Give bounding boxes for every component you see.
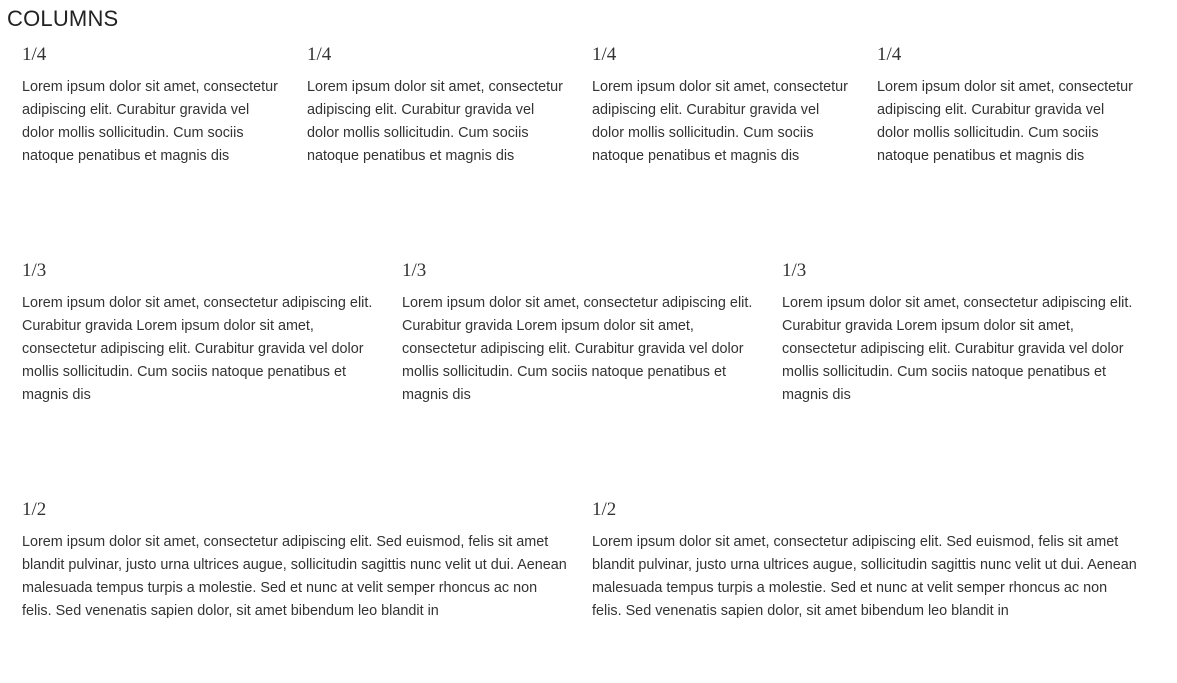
column-heading: 1/4 bbox=[22, 44, 47, 65]
column-text: Lorem ipsum dolor sit amet, consectetur … bbox=[592, 534, 1137, 619]
column-heading: 1/4 bbox=[877, 44, 902, 65]
column-text: Lorem ipsum dolor sit amet, consectetur … bbox=[22, 295, 373, 403]
column-heading: 1/4 bbox=[307, 44, 332, 65]
column-text: Lorem ipsum dolor sit amet, consectetur … bbox=[307, 79, 563, 164]
column-text: Lorem ipsum dolor sit amet, consectetur … bbox=[22, 79, 278, 164]
column-heading: 1/2 bbox=[22, 499, 47, 520]
half-column-1: 1/2 Lorem ipsum dolor sit amet, consecte… bbox=[22, 498, 570, 623]
quarter-column-4: 1/4 Lorem ipsum dolor sit amet, consecte… bbox=[877, 43, 1139, 168]
half-column-2: 1/2 Lorem ipsum dolor sit amet, consecte… bbox=[592, 498, 1140, 623]
column-heading: 1/2 bbox=[592, 499, 617, 520]
column-heading: 1/3 bbox=[782, 260, 807, 281]
column-text: Lorem ipsum dolor sit amet, consectetur … bbox=[22, 534, 567, 619]
column-heading: 1/4 bbox=[592, 44, 617, 65]
page-title: COLUMNS bbox=[7, 6, 119, 31]
quarter-column-1: 1/4 Lorem ipsum dolor sit amet, consecte… bbox=[22, 43, 284, 168]
column-text: Lorem ipsum dolor sit amet, consectetur … bbox=[782, 295, 1133, 403]
third-column-1: 1/3 Lorem ipsum dolor sit amet, consecte… bbox=[22, 259, 374, 407]
column-text: Lorem ipsum dolor sit amet, consectetur … bbox=[877, 79, 1133, 164]
column-text: Lorem ipsum dolor sit amet, consectetur … bbox=[402, 295, 753, 403]
third-column-2: 1/3 Lorem ipsum dolor sit amet, consecte… bbox=[402, 259, 754, 407]
quarter-column-2: 1/4 Lorem ipsum dolor sit amet, consecte… bbox=[307, 43, 569, 168]
column-text: Lorem ipsum dolor sit amet, consectetur … bbox=[592, 79, 848, 164]
third-column-3: 1/3 Lorem ipsum dolor sit amet, consecte… bbox=[782, 259, 1134, 407]
column-heading: 1/3 bbox=[22, 260, 47, 281]
column-heading: 1/3 bbox=[402, 260, 427, 281]
quarter-column-3: 1/4 Lorem ipsum dolor sit amet, consecte… bbox=[592, 43, 854, 168]
